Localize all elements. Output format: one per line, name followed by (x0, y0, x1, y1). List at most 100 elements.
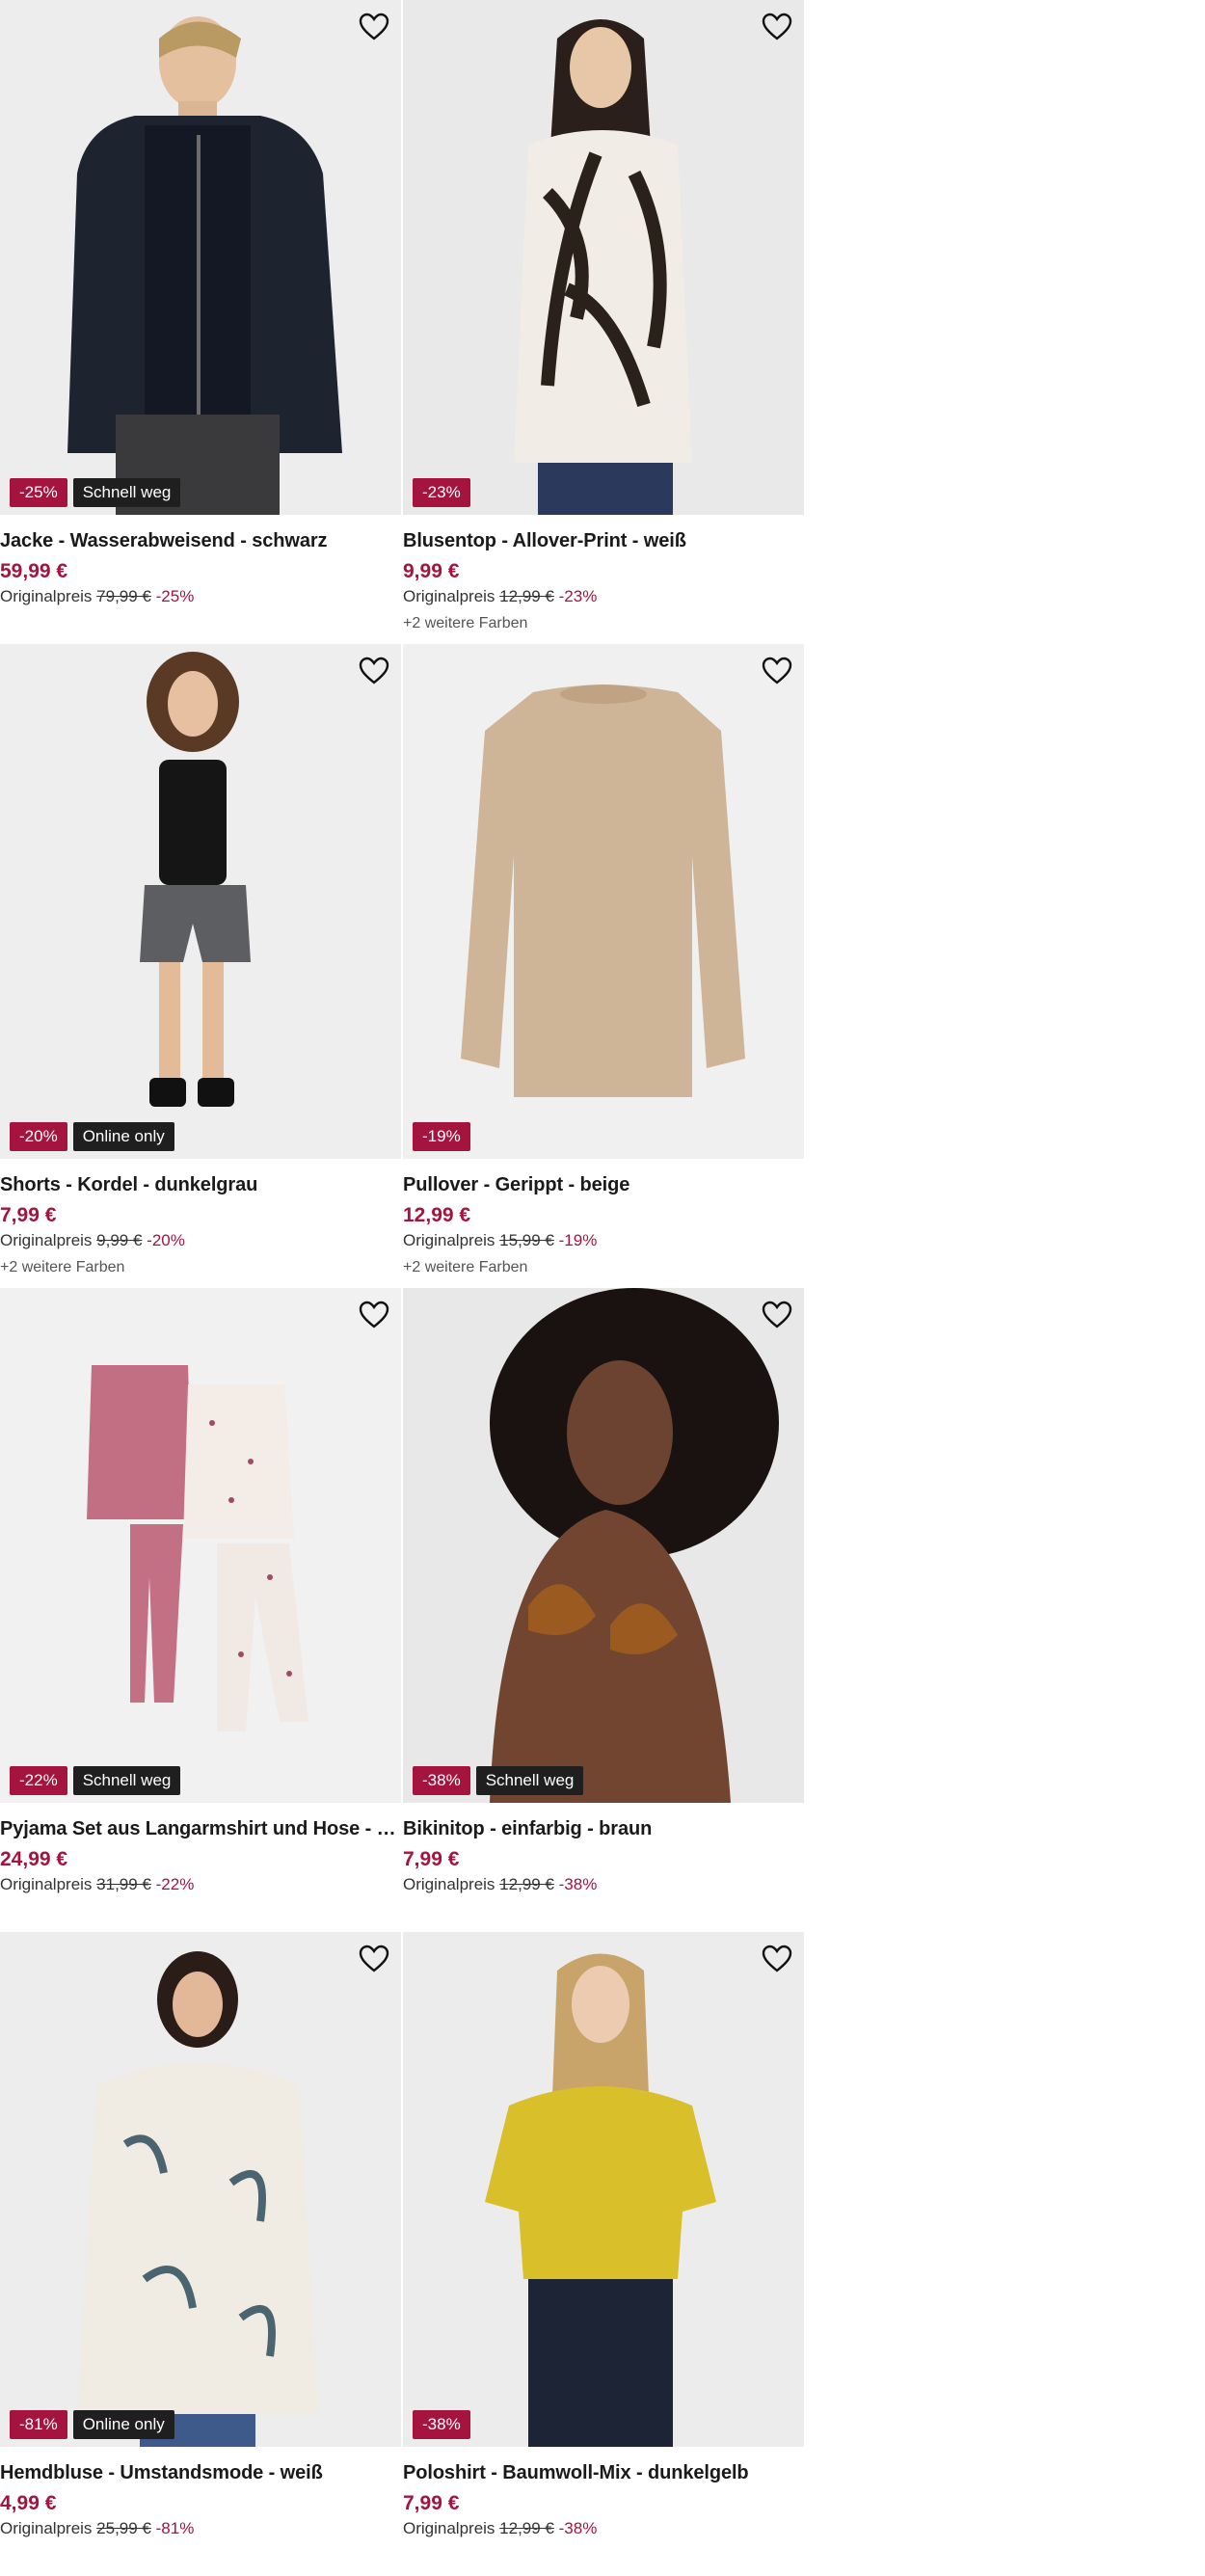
product-price: 4,99 € (0, 2492, 57, 2514)
flag-badge: Schnell weg (475, 1766, 584, 1795)
original-price: 25,99 € (96, 2519, 151, 2537)
product-info: Poloshirt - Baumwoll-Mix - dunkelgelb 7,… (403, 2447, 804, 2538)
original-price-line: Originalpreis 12,99 € -23% (403, 587, 804, 606)
wishlist-button[interactable] (760, 654, 794, 688)
product-card[interactable]: -38% Schnell weg Bikinitop - einfarbig -… (403, 1288, 804, 1932)
product-image[interactable]: -81% Online only (0, 1932, 401, 2447)
product-photo (0, 0, 401, 515)
product-image[interactable]: -38% (403, 1932, 804, 2447)
product-info: Blusentop - Allover-Print - weiß 9,99 € … (403, 515, 804, 632)
heart-outline-icon (762, 13, 792, 40)
product-photo (0, 1288, 401, 1803)
original-price: 12,99 € (499, 1875, 554, 1893)
product-card[interactable]: -19% Pullover - Gerippt - beige 12,99 € … (403, 644, 804, 1288)
original-price-label: Originalpreis (0, 2519, 93, 2537)
original-price-label: Originalpreis (0, 587, 93, 605)
original-price-label: Originalpreis (403, 1231, 495, 1249)
badge-group: -22% Schnell weg (10, 1766, 181, 1795)
more-colors-link[interactable]: +2 weitere Farben (0, 1259, 403, 1276)
original-price-line: Originalpreis 12,99 € -38% (403, 2519, 804, 2538)
heart-outline-icon (359, 1301, 389, 1328)
product-title[interactable]: Jacke - Wasserabweisend - schwarz (0, 530, 399, 552)
product-card[interactable]: -38% Poloshirt - Baumwoll-Mix - dunkelge… (403, 1932, 804, 2576)
original-price-label: Originalpreis (403, 587, 495, 605)
original-price: 12,99 € (499, 2519, 554, 2537)
product-card[interactable]: -20% Online only Shorts - Kordel - dunke… (0, 644, 403, 1288)
product-image[interactable]: -38% Schnell weg (403, 1288, 804, 1803)
product-card[interactable]: -25% Schnell weg Jacke - Wasserabweisend… (0, 0, 403, 644)
discount-percent: -81% (155, 2519, 195, 2537)
product-info: Pullover - Gerippt - beige 12,99 € Origi… (403, 1159, 804, 1276)
product-price: 7,99 € (0, 1204, 57, 1226)
wishlist-button[interactable] (357, 10, 391, 44)
original-price: 31,99 € (96, 1875, 151, 1893)
product-image[interactable]: -25% Schnell weg (0, 0, 401, 515)
discount-percent: -38% (558, 1875, 598, 1893)
product-price: 12,99 € (403, 1204, 471, 1226)
product-title[interactable]: Bikinitop - einfarbig - braun (403, 1818, 802, 1840)
product-image[interactable]: -19% (403, 644, 804, 1159)
flag-badge: Online only (72, 2410, 174, 2439)
badge-group: -81% Online only (10, 2410, 174, 2439)
original-price-line: Originalpreis 12,99 € -38% (403, 1875, 804, 1894)
product-title[interactable]: Shorts - Kordel - dunkelgrau (0, 1174, 399, 1196)
original-price-line: Originalpreis 15,99 € -19% (403, 1231, 804, 1250)
wishlist-button[interactable] (760, 1298, 794, 1332)
original-price: 79,99 € (96, 587, 151, 605)
discount-badge: -22% (10, 1766, 67, 1795)
badge-group: -19% (413, 1122, 470, 1151)
original-price-label: Originalpreis (403, 2519, 495, 2537)
product-price: 9,99 € (403, 560, 460, 582)
heart-outline-icon (359, 657, 389, 684)
heart-outline-icon (762, 1301, 792, 1328)
product-price: 59,99 € (0, 560, 68, 582)
product-photo (403, 0, 804, 515)
badge-group: -20% Online only (10, 1122, 174, 1151)
discount-badge: -38% (413, 1766, 470, 1795)
product-title[interactable]: Poloshirt - Baumwoll-Mix - dunkelgelb (403, 2462, 802, 2484)
product-photo (403, 1288, 804, 1803)
discount-badge: -81% (10, 2410, 67, 2439)
product-image[interactable]: -23% (403, 0, 804, 515)
discount-percent: -22% (155, 1875, 195, 1893)
discount-badge: -25% (10, 478, 67, 507)
product-title[interactable]: Blusentop - Allover-Print - weiß (403, 530, 802, 552)
product-card[interactable]: -23% Blusentop - Allover-Print - weiß 9,… (403, 0, 804, 644)
product-title[interactable]: Pullover - Gerippt - beige (403, 1174, 802, 1196)
product-price: 7,99 € (403, 1848, 460, 1870)
more-colors-link[interactable]: +2 weitere Farben (403, 1259, 804, 1276)
product-grid: -25% Schnell weg Jacke - Wasserabweisend… (0, 0, 804, 2576)
product-price: 7,99 € (403, 2492, 460, 2514)
product-image[interactable]: -22% Schnell weg (0, 1288, 401, 1803)
product-info: Jacke - Wasserabweisend - schwarz 59,99 … (0, 515, 403, 606)
badge-group: -23% (413, 478, 470, 507)
product-card[interactable]: -81% Online only Hemdbluse - Umstandsmod… (0, 1932, 403, 2576)
wishlist-button[interactable] (357, 1942, 391, 1976)
original-price-label: Originalpreis (0, 1231, 93, 1249)
product-card[interactable]: -22% Schnell weg Pyjama Set aus Langarms… (0, 1288, 403, 1932)
heart-outline-icon (359, 13, 389, 40)
wishlist-button[interactable] (760, 1942, 794, 1976)
heart-outline-icon (762, 1945, 792, 1972)
original-price-line: Originalpreis 31,99 € -22% (0, 1875, 403, 1894)
discount-badge: -38% (413, 2410, 470, 2439)
flag-badge: Online only (72, 1122, 174, 1151)
discount-percent: -20% (147, 1231, 185, 1249)
more-colors-link[interactable]: +2 weitere Farben (403, 615, 804, 632)
wishlist-button[interactable] (357, 654, 391, 688)
product-title[interactable]: Hemdbluse - Umstandsmode - weiß (0, 2462, 399, 2484)
discount-badge: -19% (413, 1122, 470, 1151)
badge-group: -38% (413, 2410, 470, 2439)
wishlist-button[interactable] (357, 1298, 391, 1332)
heart-outline-icon (762, 657, 792, 684)
discount-percent: -19% (558, 1231, 598, 1249)
original-price-label: Originalpreis (0, 1875, 93, 1893)
product-image[interactable]: -20% Online only (0, 644, 401, 1159)
discount-percent: -25% (155, 587, 195, 605)
product-title[interactable]: Pyjama Set aus Langarmshirt und Hose - 2… (0, 1818, 399, 1840)
discount-badge: -23% (413, 478, 470, 507)
product-photo (403, 644, 804, 1159)
original-price: 12,99 € (499, 587, 554, 605)
wishlist-button[interactable] (760, 10, 794, 44)
original-price-line: Originalpreis 9,99 € -20% (0, 1231, 403, 1250)
